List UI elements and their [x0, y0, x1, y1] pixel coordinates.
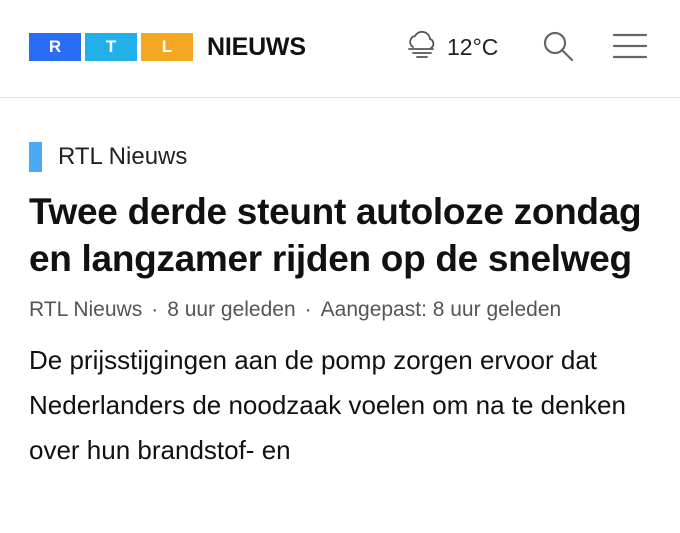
meta-separator: · — [304, 298, 312, 321]
temperature: 12°C — [447, 33, 499, 60]
rtl-nieuws-logo[interactable]: R T L NIEUWS — [29, 33, 306, 61]
logo-wordmark: NIEUWS — [207, 32, 306, 61]
top-header: R T L NIEUWS 12°C — [0, 0, 680, 98]
logo-letter-r: R — [29, 33, 81, 61]
logo-letter-t: T — [85, 33, 137, 61]
meta-published: 8 uur geleden — [167, 298, 296, 321]
article-headline: Twee derde steunt autoloze zondag en lan… — [29, 191, 642, 279]
meta-updated: Aangepast: 8 uur geleden — [320, 298, 562, 321]
article-body: De prijsstijgingen aan de pomp zorgen er… — [29, 345, 626, 465]
search-button[interactable] — [540, 30, 576, 66]
search-icon — [541, 29, 575, 68]
source-label: RTL Nieuws — [58, 143, 188, 170]
weather-widget[interactable]: 12°C — [405, 30, 498, 64]
menu-button[interactable] — [610, 30, 650, 66]
hamburger-menu-icon — [612, 32, 648, 65]
source-color-bar — [29, 142, 42, 172]
source-tag[interactable]: RTL Nieuws — [29, 140, 669, 174]
meta-author: RTL Nieuws — [29, 298, 143, 321]
article: RTL Nieuws Twee derde steunt autoloze zo… — [29, 140, 669, 499]
logo-letter-l: L — [141, 33, 193, 61]
meta-separator: · — [151, 298, 159, 321]
article-meta: RTL Nieuws · 8 uur geleden · Aangepast: … — [29, 298, 669, 322]
cloud-fog-icon — [405, 30, 439, 65]
